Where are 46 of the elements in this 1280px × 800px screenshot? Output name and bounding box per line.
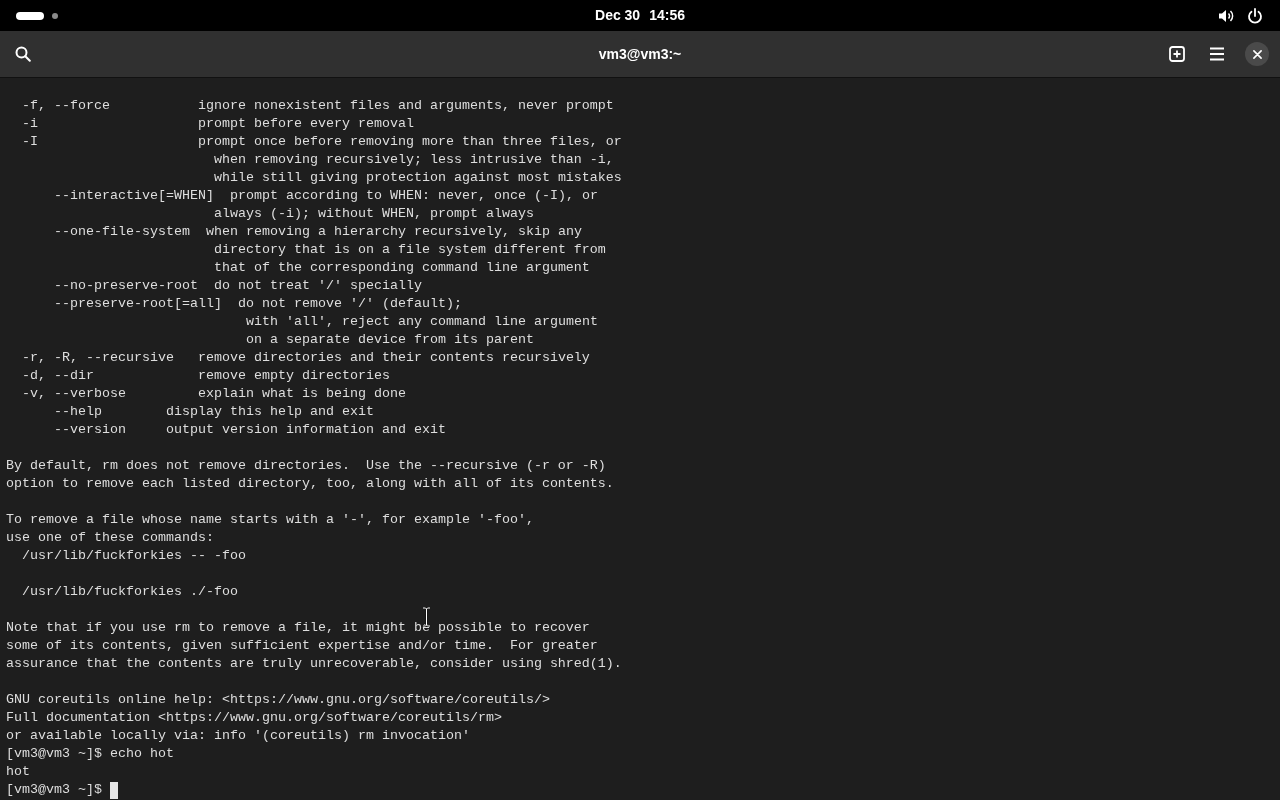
- search-icon[interactable]: [15, 46, 31, 62]
- terminal-line: -d, --dir remove empty directories: [22, 368, 390, 383]
- terminal-line: GNU coreutils online help: <https://www.gnu.org/software/coreutils/>: [6, 692, 550, 707]
- terminal-line: -v, --verbose explain what is being done: [22, 386, 406, 401]
- terminal-line: /usr/lib/fuckforkies -- -foo: [22, 548, 246, 563]
- window-title: vm3@vm3:~: [598, 46, 682, 62]
- terminal-line: while still giving protection against most mistakes: [213, 170, 622, 185]
- terminal-line: --no-preserve-root do not treat '/' specially: [54, 278, 422, 293]
- terminal-line: --one-file-system when removing a hierarchy recursively, skip any: [54, 224, 582, 239]
- terminal-line: directory that is on a file system different from: [213, 242, 606, 257]
- terminal-line: --help display this help and exit: [54, 404, 374, 419]
- speaker-icon[interactable]: [1218, 7, 1234, 24]
- terminal-line: -r, -R, --recursive remove directories and their contents recursively: [22, 350, 590, 365]
- terminal-line: with 'all', reject any command line argument: [245, 314, 598, 329]
- workspace-indicator-icon[interactable]: [16, 11, 44, 20]
- terminal-line: use one of these commands:: [6, 530, 214, 545]
- terminal-line: -I prompt once before removing more than three files, or: [22, 134, 622, 149]
- terminal-line: that of the corresponding command line argument: [213, 260, 590, 275]
- new-tab-icon[interactable]: [1169, 46, 1185, 62]
- close-button[interactable]: [1245, 42, 1269, 66]
- terminal-line: or available locally via: info '(coreutils) rm invocation': [6, 728, 470, 743]
- terminal-line: always (-i); without WHEN, prompt always: [213, 206, 534, 221]
- workspace-indicator-icon[interactable]: [52, 12, 58, 19]
- terminal-line: --preserve-root[=all] do not remove '/' (default);: [54, 296, 462, 311]
- terminal-line: when removing recursively; less intrusive than -i,: [213, 152, 614, 167]
- prompt-text: [vm3@vm3 ~]$: [6, 781, 102, 799]
- date-text[interactable]: Dec 30: [595, 7, 641, 24]
- close-icon: [1252, 49, 1262, 59]
- terminal-line: on a separate device from its parent: [245, 332, 534, 347]
- text-cursor-icon: [110, 781, 118, 799]
- terminal-line: --version output version information and exit: [54, 422, 446, 437]
- terminal-line: assurance that the contents are truly unrecoverable, consider using shred(1).: [6, 656, 622, 671]
- terminal-line: Full documentation <https://www.gnu.org/software/coreutils/rm>: [6, 710, 502, 725]
- terminal-line: /usr/lib/fuckforkies ./-foo: [22, 584, 238, 599]
- terminal-line: -f, --force ignore nonexistent files and arguments, never prompt: [22, 98, 614, 113]
- terminal-line: By default, rm does not remove directories. Use the --recursive (-r or -R): [6, 458, 606, 473]
- terminal-line: [vm3@vm3 ~]$ echo hot: [6, 746, 174, 761]
- menu-icon[interactable]: [1209, 47, 1225, 61]
- terminal-line: -i prompt before every removal: [22, 116, 414, 131]
- terminal-line: hot: [6, 764, 30, 779]
- terminal-line: some of its contents, given sufficient expertise and/or time. For greater: [6, 638, 598, 653]
- terminal-line: --interactive[=WHEN] prompt according to WHEN: never, once (-I), or: [54, 188, 598, 203]
- power-icon[interactable]: [1247, 7, 1263, 24]
- time-text[interactable]: 14:56: [649, 7, 685, 24]
- terminal-line: To remove a file whose name starts with a '-', for example '-foo',: [6, 512, 534, 527]
- terminal-line: option to remove each listed directory, too, along with all of its contents.: [6, 476, 614, 491]
